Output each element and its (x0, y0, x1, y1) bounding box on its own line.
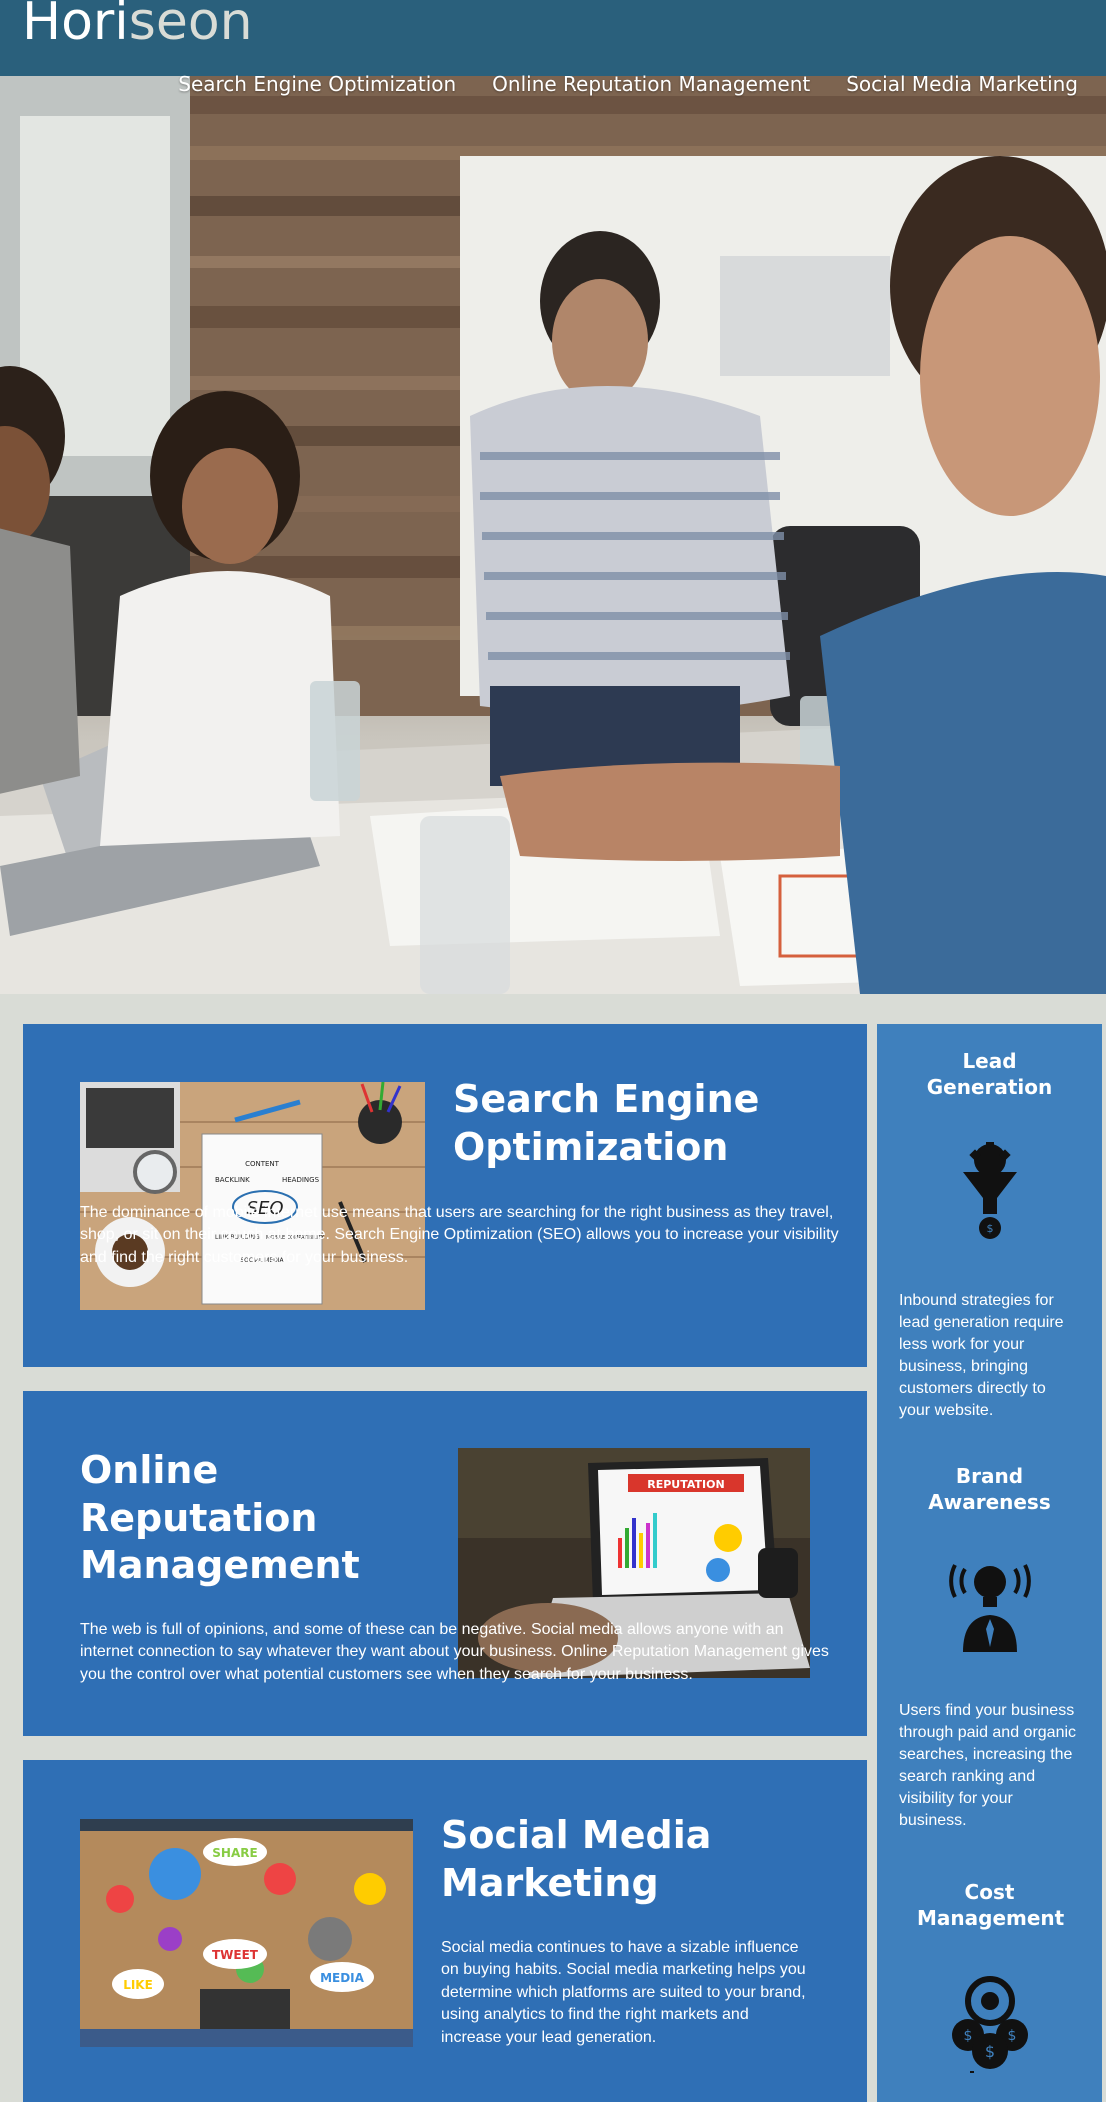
card-orm-body: The web is full of opinions, and some of… (80, 1621, 829, 1683)
hero-image (0, 76, 1106, 994)
card-seo-title: Search Engine Optimization (453, 1077, 760, 1169)
seo-img-label-backlink: BACKLINK (215, 1176, 250, 1184)
seo-img-label-headings: HEADINGS (282, 1176, 320, 1184)
svg-text:$: $ (963, 2028, 972, 2044)
benefit-lead-body: Inbound strategies for lead generation r… (899, 1292, 1064, 1420)
site-header: Horiseon (0, 0, 1106, 76)
nav-link-seo[interactable]: Search Engine Optimization (178, 72, 456, 96)
smm-img-label-tweet: TWEET (212, 1948, 259, 1962)
benefit-lead-generation: Lead Generation $ Inbound strategies for… (877, 1048, 1102, 1422)
benefit-brand-body: Users find your business through paid an… (899, 1702, 1077, 1830)
site-logo[interactable]: Horiseon (22, 0, 253, 52)
smm-img-label-like: LIKE (123, 1978, 153, 1992)
card-smm-body: Social media continues to have a sizable… (441, 1939, 806, 2046)
smm-img-label-share: SHARE (212, 1846, 257, 1860)
brand-lightbulb-icon (948, 1564, 1031, 1652)
card-smm: SHARE TWEET LIKE MEDIA Social Media Mark… (23, 1760, 867, 2102)
seo-image: CONTENT BACKLINK HEADINGS SEO LINK BUILD… (80, 1082, 425, 1310)
card-orm: Online Reputation Management REPUTATION (23, 1391, 867, 1736)
cost-coins-icon: $ $ $ (951, 1976, 1028, 2073)
lead-funnel-icon: $ (962, 1142, 1017, 1239)
nav-link-orm[interactable]: Online Reputation Management (492, 72, 810, 96)
orm-img-label: REPUTATION (647, 1478, 724, 1491)
card-smm-title: Social Media Marketing (441, 1813, 712, 1905)
smm-image: SHARE TWEET LIKE MEDIA (80, 1819, 413, 2047)
benefit-lead-title: Lead Generation (926, 1049, 1053, 1099)
card-seo-body: The dominance of mobile internet use mea… (80, 1204, 839, 1266)
card-seo: CONTENT BACKLINK HEADINGS SEO LINK BUILD… (23, 1024, 867, 1367)
hero-illustration (0, 76, 1106, 994)
benefit-cost-title: Cost Management (917, 1880, 1065, 1930)
seo-img-label-content: CONTENT (245, 1160, 280, 1168)
main-nav: Search Engine Optimization Online Reputa… (178, 72, 1078, 96)
svg-text:$: $ (986, 1222, 993, 1235)
logo-text-hori: Hori (22, 0, 129, 52)
benefit-brand-awareness: Brand Awareness Users find your business… (877, 1463, 1102, 1832)
nav-link-smm[interactable]: Social Media Marketing (846, 72, 1078, 96)
card-orm-title: Online Reputation Management (80, 1448, 360, 1587)
benefits-sidebar: Lead Generation $ Inbound strategies for… (877, 1024, 1102, 2102)
logo-text-seon: seon (128, 0, 253, 52)
svg-text:$: $ (1007, 2028, 1016, 2044)
benefit-brand-title: Brand Awareness (928, 1464, 1051, 1514)
smm-img-label-media: MEDIA (320, 1971, 365, 1985)
benefit-cost-management: Cost Management $ $ $ (877, 1879, 1102, 2073)
svg-text:$: $ (984, 2042, 994, 2061)
